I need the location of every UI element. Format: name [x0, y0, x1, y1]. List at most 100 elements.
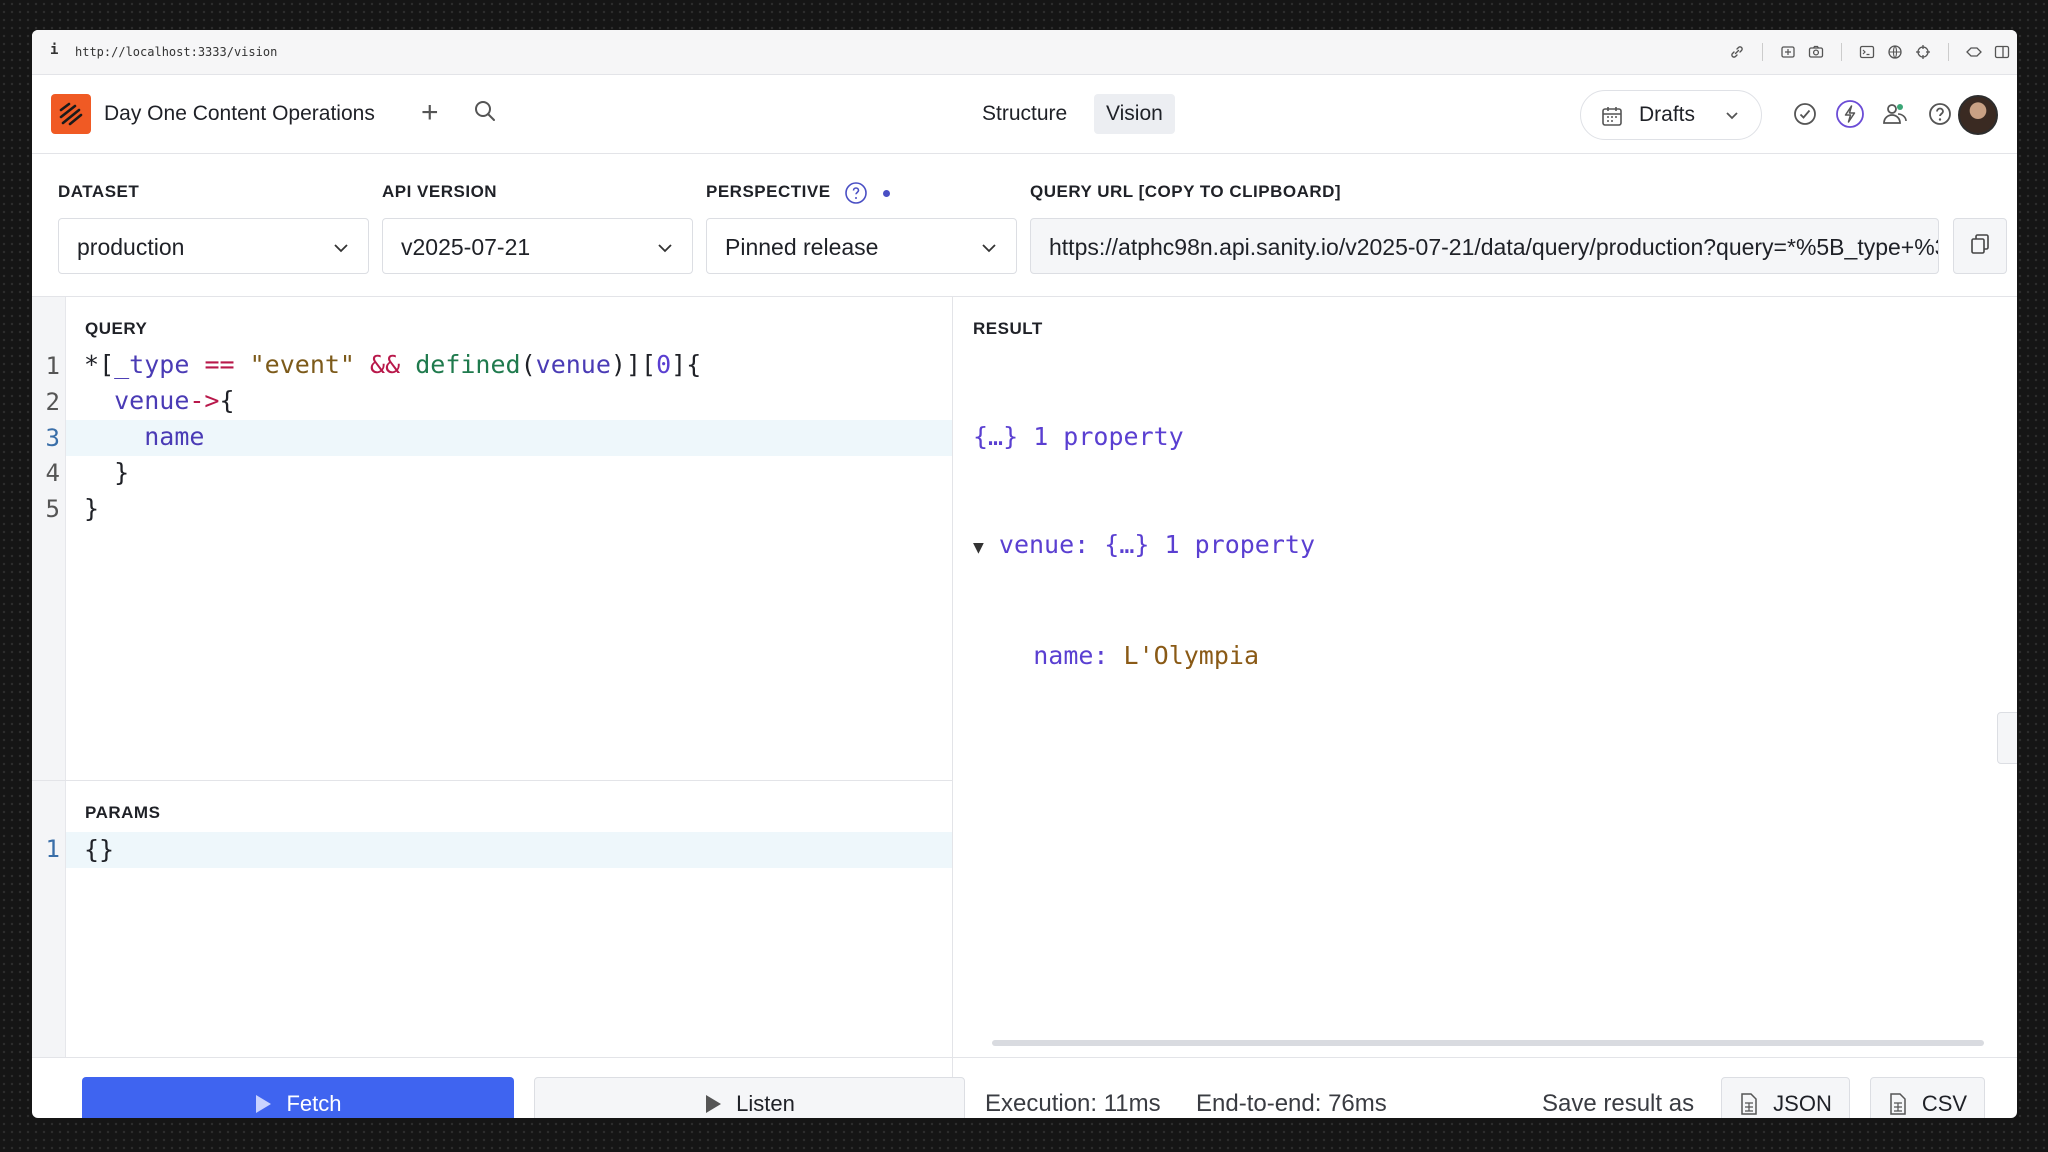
- perspective-indicator-dot: [883, 190, 890, 197]
- calendar-icon: [1601, 105, 1623, 132]
- globe-icon[interactable]: [1886, 43, 1904, 61]
- studio-navbar: Day One Content Operations + Structure V…: [32, 75, 2017, 154]
- result-label: RESULT: [973, 319, 1043, 338]
- fetch-button[interactable]: Fetch: [82, 1077, 514, 1118]
- divider: [32, 780, 952, 781]
- camera-icon[interactable]: [1807, 43, 1825, 61]
- api-version-value: v2025-07-21: [401, 234, 531, 260]
- query-token: }: [114, 458, 130, 487]
- file-spreadsheet-icon: [1890, 1092, 1906, 1115]
- perspective-select[interactable]: Pinned release: [706, 218, 1017, 274]
- query-token: _type: [114, 350, 190, 379]
- query-url-field[interactable]: https://atphc98n.api.sanity.io/v2025-07-…: [1030, 218, 1939, 274]
- copy-url-button[interactable]: [1953, 218, 2007, 274]
- result-scrollbar[interactable]: [992, 1040, 1984, 1046]
- toolbar-divider: [1841, 43, 1842, 61]
- fetch-label: Fetch: [286, 1090, 342, 1116]
- check-circle-icon[interactable]: [1790, 99, 1820, 129]
- help-icon[interactable]: [844, 181, 868, 210]
- query-token: &&: [370, 350, 401, 379]
- users-icon[interactable]: [1880, 99, 1910, 129]
- screenshot-icon[interactable]: [1779, 43, 1797, 61]
- dataset-select[interactable]: production: [58, 218, 369, 274]
- result-viewer: {…} 1 property ▼ venue: {…} 1 property n…: [973, 347, 1315, 746]
- params-gutter: [32, 781, 66, 1057]
- result-name-row: name: L'Olympia: [973, 638, 1315, 674]
- line-number: 1: [45, 835, 60, 863]
- query-token: venue: [114, 386, 190, 415]
- save-csv-button[interactable]: CSV: [1870, 1077, 1985, 1118]
- link-icon[interactable]: [1728, 43, 1746, 61]
- save-result-label: Save result as: [1542, 1090, 1695, 1117]
- chevron-down-icon: [1723, 106, 1741, 129]
- query-label: QUERY: [85, 319, 148, 338]
- perspective-menu[interactable]: Drafts: [1580, 90, 1762, 140]
- api-version-label: API VERSION: [382, 182, 498, 201]
- crosshair-icon[interactable]: [1914, 43, 1932, 61]
- address-url[interactable]: http://localhost:3333/vision: [75, 45, 277, 59]
- search-icon[interactable]: [472, 98, 498, 129]
- query-editor[interactable]: *[_type == "event" && defined(venue)][0]…: [84, 347, 701, 527]
- sidebar-icon[interactable]: [1993, 43, 2011, 61]
- line-number: 5: [45, 495, 60, 523]
- line-number: 4: [45, 459, 60, 487]
- query-url-label: QUERY URL [COPY TO CLIPBOARD]: [1030, 182, 1342, 201]
- listen-button[interactable]: Listen: [534, 1077, 965, 1118]
- query-token: {: [219, 386, 235, 415]
- params-label: PARAMS: [85, 803, 161, 822]
- query-token: ]: [625, 350, 642, 379]
- result-venue-row[interactable]: ▼ venue: {…} 1 property: [973, 527, 1315, 566]
- browser-window: i http://localhost:3333/vision Day One C…: [32, 30, 2017, 1118]
- params-editor[interactable]: {}: [84, 832, 114, 868]
- result-root[interactable]: {…} 1 property: [973, 419, 1315, 455]
- api-version-select[interactable]: v2025-07-21: [382, 218, 693, 274]
- query-token: defined: [415, 350, 521, 379]
- chevron-down-icon: [980, 239, 998, 262]
- save-json-button[interactable]: JSON: [1721, 1077, 1850, 1118]
- collapse-panel-button[interactable]: ‹: [1997, 712, 2017, 764]
- dataset-label: DATASET: [58, 182, 140, 201]
- query-url-value: https://atphc98n.api.sanity.io/v2025-07-…: [1049, 234, 1938, 260]
- result-venue-key: venue:: [998, 530, 1090, 559]
- query-token: }: [84, 494, 100, 523]
- divider: [32, 1057, 2017, 1058]
- studio-logo[interactable]: [51, 94, 91, 134]
- result-name-value: L'Olympia: [1123, 641, 1260, 670]
- plus-icon[interactable]: +: [421, 98, 439, 128]
- chevron-down-icon: [332, 239, 350, 262]
- divider: [32, 296, 2017, 297]
- perspective-menu-label: Drafts: [1639, 103, 1696, 126]
- play-icon: [256, 1094, 272, 1113]
- browser-toolbar: [1728, 43, 2011, 61]
- json-label: JSON: [1773, 1090, 1832, 1116]
- copy-icon: [1968, 232, 1992, 261]
- tab-vision[interactable]: Vision: [1094, 94, 1175, 134]
- help-icon[interactable]: [1925, 99, 1955, 129]
- perspective-label: PERSPECTIVE: [706, 182, 831, 201]
- browser-address-bar: i http://localhost:3333/vision: [32, 30, 2017, 75]
- toolbar-divider: [1948, 43, 1949, 61]
- terminal-icon[interactable]: [1858, 43, 1876, 61]
- query-token: [: [99, 350, 115, 379]
- pane-divider: [952, 297, 953, 1118]
- info-icon[interactable]: i: [50, 42, 58, 58]
- dataset-value: production: [77, 234, 185, 260]
- project-name[interactable]: Day One Content Operations: [104, 102, 375, 126]
- chevron-down-icon: [656, 239, 674, 262]
- tab-structure[interactable]: Structure: [970, 94, 1079, 134]
- query-token: *: [84, 350, 100, 379]
- result-name-key: name:: [1033, 641, 1109, 670]
- line-number: 1: [45, 352, 60, 380]
- play-icon: [706, 1094, 722, 1113]
- end-to-end-time: End-to-end: 76ms: [1196, 1090, 1387, 1117]
- extensions-icon[interactable]: [1965, 43, 1983, 61]
- query-token: ==: [204, 350, 235, 379]
- lightning-icon[interactable]: [1835, 99, 1865, 129]
- perspective-value: Pinned release: [725, 234, 879, 260]
- query-token: {: [686, 350, 702, 379]
- avatar[interactable]: [1958, 95, 1998, 135]
- csv-label: CSV: [1921, 1090, 1968, 1116]
- listen-label: Listen: [736, 1090, 795, 1116]
- sanity-logo-icon: [59, 102, 83, 126]
- collapse-toggle-icon[interactable]: ▼: [973, 537, 984, 558]
